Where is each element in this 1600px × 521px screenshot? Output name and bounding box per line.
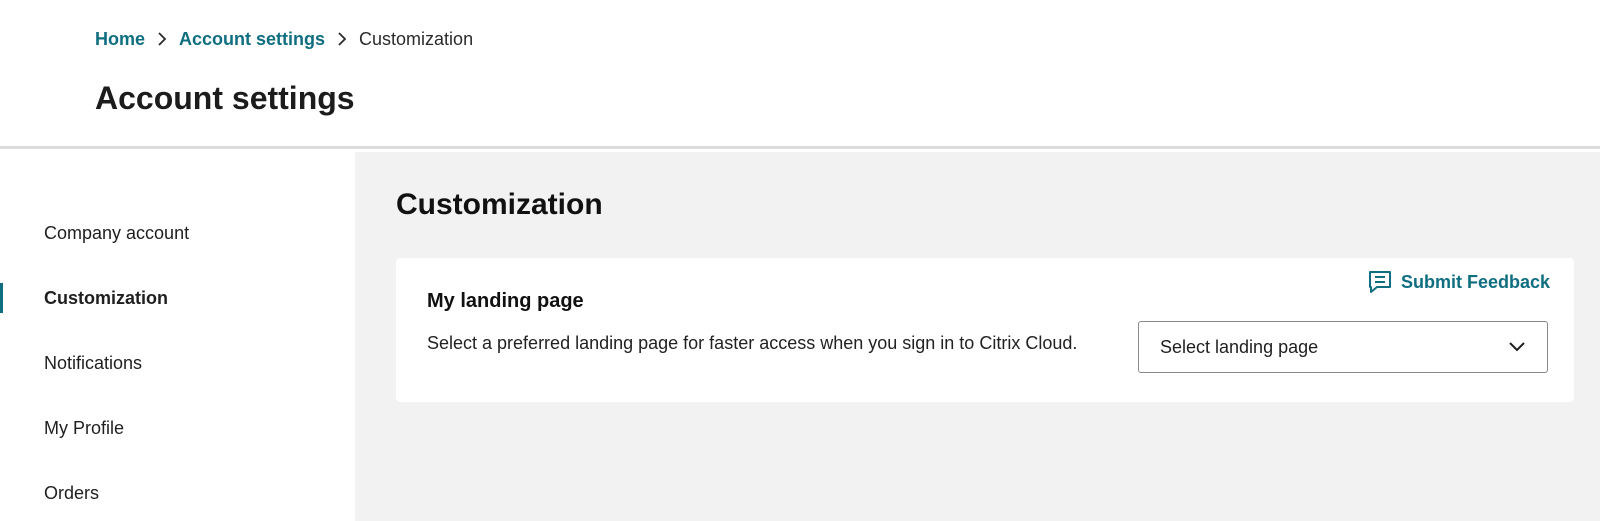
breadcrumb-home-link[interactable]: Home bbox=[95, 27, 145, 51]
sidebar-item-my-profile[interactable]: My Profile bbox=[0, 408, 355, 448]
breadcrumb-account-settings-link[interactable]: Account settings bbox=[179, 27, 325, 51]
sidebar: Company account Customization Notificati… bbox=[0, 152, 355, 521]
feedback-icon bbox=[1367, 269, 1393, 295]
landing-page-card: Submit Feedback My landing page Select a… bbox=[396, 258, 1574, 402]
chevron-down-icon bbox=[1507, 337, 1527, 357]
sidebar-item-company-account[interactable]: Company account bbox=[0, 213, 355, 253]
chevron-right-icon bbox=[145, 27, 179, 51]
sidebar-item-orders[interactable]: Orders bbox=[0, 473, 355, 513]
sidebar-item-label: Customization bbox=[44, 287, 168, 308]
section-title: Customization bbox=[396, 188, 603, 221]
sidebar-item-label: Notifications bbox=[44, 352, 143, 373]
submit-feedback-button[interactable]: Submit Feedback bbox=[1367, 269, 1550, 295]
main-content: Customization Submit Feedback My landing… bbox=[355, 152, 1600, 521]
page-header: Home Account settings Customization Acco… bbox=[0, 0, 1600, 149]
submit-feedback-label: Submit Feedback bbox=[1400, 271, 1550, 292]
sidebar-item-label: Company account bbox=[44, 222, 190, 243]
breadcrumb-current: Customization bbox=[359, 29, 474, 49]
page-title: Account settings bbox=[95, 80, 355, 116]
sidebar-item-label: My Profile bbox=[44, 417, 125, 438]
select-value: Select landing page bbox=[1160, 336, 1319, 357]
sidebar-item-label: Orders bbox=[44, 482, 100, 503]
breadcrumb: Home Account settings Customization bbox=[95, 27, 473, 51]
landing-page-select[interactable]: Select landing page bbox=[1138, 321, 1548, 373]
chevron-right-icon bbox=[325, 27, 359, 51]
card-description: Select a preferred landing page for fast… bbox=[427, 333, 1078, 353]
sidebar-item-customization[interactable]: Customization bbox=[0, 278, 355, 318]
card-title: My landing page bbox=[427, 290, 584, 312]
sidebar-item-notifications[interactable]: Notifications bbox=[0, 343, 355, 383]
